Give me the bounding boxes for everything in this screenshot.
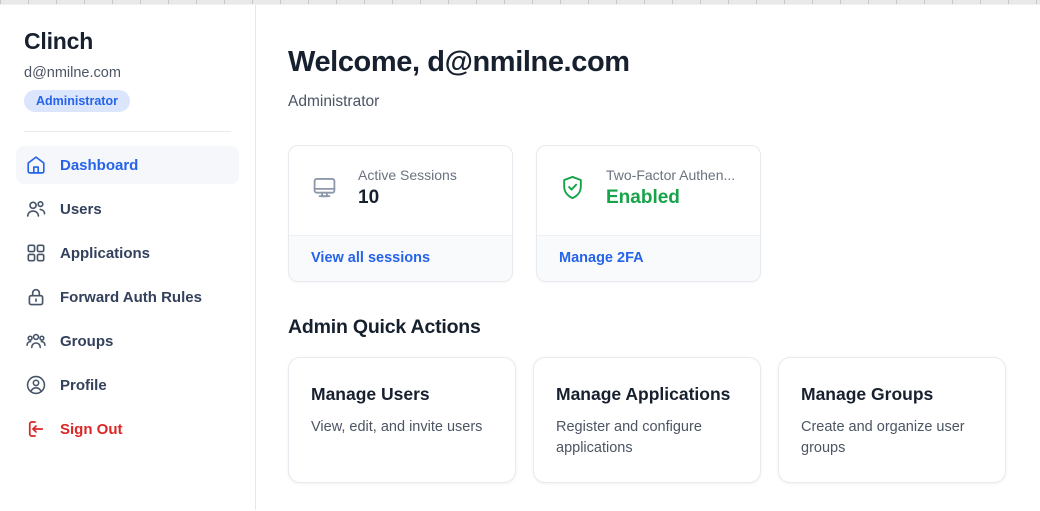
action-card-description: Create and organize user groups	[801, 417, 983, 458]
stat-card-footer: View all sessions	[289, 235, 512, 281]
sidebar-item-sign-out[interactable]: Sign Out	[16, 410, 239, 448]
home-icon	[25, 154, 47, 176]
stat-label: Active Sessions	[358, 167, 457, 183]
action-card-title: Manage Users	[311, 384, 493, 405]
two-factor-card: Two-Factor Authen... Enabled Manage 2FA	[536, 145, 761, 282]
sidebar-item-label: Dashboard	[60, 157, 138, 174]
monitor-icon	[311, 174, 338, 201]
section-title-admin-quick-actions: Admin Quick Actions	[288, 316, 1040, 339]
stat-card-body: Two-Factor Authen... Enabled	[537, 146, 760, 235]
users-icon	[25, 198, 47, 220]
role-badge: Administrator	[24, 90, 130, 112]
sidebar-item-users[interactable]: Users	[16, 190, 239, 228]
stat-card-footer: Manage 2FA	[537, 235, 760, 281]
sidebar-item-groups[interactable]: Groups	[16, 322, 239, 360]
app-window: Clinch d@nmilne.com Administrator Dashbo…	[0, 5, 1040, 510]
sidebar-divider	[24, 131, 231, 132]
manage-users-card[interactable]: Manage Users View, edit, and invite user…	[288, 357, 516, 483]
manage-groups-card[interactable]: Manage Groups Create and organize user g…	[778, 357, 1006, 483]
app-title: Clinch	[16, 28, 239, 55]
profile-icon	[25, 374, 47, 396]
action-card-description: Register and configure applications	[556, 417, 738, 458]
sidebar-item-applications[interactable]: Applications	[16, 234, 239, 272]
stat-card-body: Active Sessions 10	[289, 146, 512, 235]
shield-check-icon	[559, 174, 586, 201]
active-sessions-card: Active Sessions 10 View all sessions	[288, 145, 513, 282]
action-card-description: View, edit, and invite users	[311, 417, 493, 438]
sidebar-item-label: Users	[60, 201, 102, 218]
user-email: d@nmilne.com	[16, 65, 239, 81]
sidebar-nav: Dashboard Users	[16, 146, 239, 448]
sidebar: Clinch d@nmilne.com Administrator Dashbo…	[0, 5, 256, 510]
page-title: Welcome, d@nmilne.com	[288, 46, 1040, 79]
stat-label: Two-Factor Authen...	[606, 167, 735, 183]
sidebar-item-label: Groups	[60, 333, 113, 350]
action-card-title: Manage Groups	[801, 384, 983, 405]
sign-out-icon	[25, 418, 47, 440]
manage-2fa-link[interactable]: Manage 2FA	[559, 250, 644, 266]
groups-icon	[25, 330, 47, 352]
sidebar-item-label: Forward Auth Rules	[60, 289, 202, 306]
sidebar-item-dashboard[interactable]: Dashboard	[16, 146, 239, 184]
action-card-title: Manage Applications	[556, 384, 738, 405]
sidebar-item-label: Applications	[60, 245, 150, 262]
action-cards-row: Manage Users View, edit, and invite user…	[288, 357, 1040, 483]
stat-cards-row: Active Sessions 10 View all sessions	[288, 145, 1040, 282]
stat-value: 10	[358, 187, 457, 209]
stat-text-block: Two-Factor Authen... Enabled	[606, 167, 735, 209]
sidebar-item-label: Sign Out	[60, 421, 123, 438]
sidebar-item-label: Profile	[60, 377, 107, 394]
main-content: Welcome, d@nmilne.com Administrator Acti…	[256, 5, 1040, 510]
stat-text-block: Active Sessions 10	[358, 167, 457, 209]
grid-icon	[25, 242, 47, 264]
lock-icon	[25, 286, 47, 308]
stat-value: Enabled	[606, 187, 735, 209]
sidebar-item-forward-auth-rules[interactable]: Forward Auth Rules	[16, 278, 239, 316]
page-subtitle: Administrator	[288, 93, 1040, 111]
manage-applications-card[interactable]: Manage Applications Register and configu…	[533, 357, 761, 483]
sidebar-item-profile[interactable]: Profile	[16, 366, 239, 404]
view-all-sessions-link[interactable]: View all sessions	[311, 250, 430, 266]
